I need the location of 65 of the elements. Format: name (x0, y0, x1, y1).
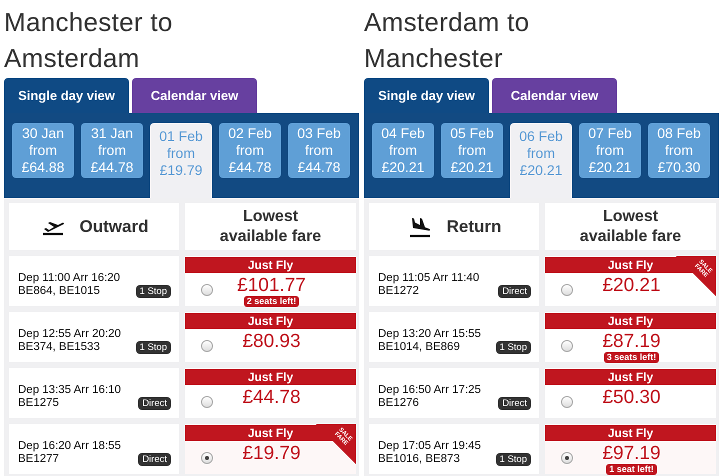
flight-times: Dep 17:05 Arr 19:45 (378, 438, 482, 452)
flight-times: Dep 13:20 Arr 15:55 (378, 326, 482, 340)
stops-tag: Direct (138, 452, 171, 466)
fare-type-bar: Just Fly (185, 257, 356, 273)
route-title: Amsterdam to Manchester (364, 6, 530, 75)
fare-type-bar: Just Fly (545, 369, 716, 385)
flight-numbers: BE1275 (18, 397, 59, 409)
flight-numbers: BE1016, BE873 (378, 453, 460, 465)
fare-type-bar: Just Fly (545, 425, 716, 441)
seats-left-tag: 3 seats left! (604, 352, 660, 363)
fare-radio[interactable] (201, 340, 213, 352)
fare-price: £80.93 (242, 331, 301, 352)
stops-tag: Direct (138, 396, 171, 410)
view-tab[interactable]: Calendar view (132, 78, 257, 113)
fare-radio[interactable] (561, 284, 573, 296)
stops-tag: 1 Stop (136, 340, 171, 354)
flight-times: Dep 13:35 Arr 16:10 (18, 382, 122, 396)
flight-numbers: BE1277 (18, 453, 59, 465)
fare-radio[interactable] (201, 284, 213, 296)
flight-times: Dep 16:50 Arr 17:25 (378, 382, 482, 396)
fare-cell[interactable]: Just Fly £80.93 (185, 312, 356, 362)
fare-price: £97.19 (602, 443, 661, 464)
flight-times: Dep 11:05 Arr 11:40 (378, 270, 480, 284)
fare-type-bar: Just Fly (545, 313, 716, 329)
fare-type-bar: Just Fly (185, 313, 356, 329)
fare-radio[interactable] (201, 396, 213, 408)
seats-left-tag: 1 seat left! (606, 464, 657, 475)
fare-cell[interactable]: Just Fly £44.78 (185, 368, 356, 418)
fare-price: £87.19 (602, 331, 661, 352)
fare-radio[interactable] (201, 452, 213, 464)
flight-numbers: BE374, BE1533 (18, 341, 100, 353)
view-tab[interactable]: Calendar view (492, 78, 617, 113)
flight-numbers: BE1276 (378, 397, 419, 409)
fare-price: £50.30 (602, 387, 661, 408)
seats-left-tag: 2 seats left! (244, 296, 300, 307)
fare-price: £101.77 (237, 275, 306, 296)
fare-radio[interactable] (561, 340, 573, 352)
flight-numbers: BE1272 (378, 285, 419, 297)
view-tab[interactable]: Single day view (4, 78, 129, 113)
stops-tag: Direct (498, 284, 531, 298)
flight-times: Dep 16:20 Arr 18:55 (18, 438, 122, 452)
stops-tag: Direct (498, 396, 531, 410)
fare-price: £20.21 (602, 275, 661, 296)
stops-tag: 1 Stop (496, 452, 531, 466)
flight-times: Dep 11:00 Arr 16:20 (18, 270, 122, 284)
column-title: Outward (80, 216, 148, 236)
fare-cell[interactable]: Just Fly £87.19 3 seats left! (545, 312, 716, 362)
view-tab[interactable]: Single day view (364, 78, 489, 113)
fare-cell[interactable]: Just Fly £97.19 1 seat left! (545, 424, 716, 474)
flight-times: Dep 12:55 Arr 20:20 (18, 326, 122, 340)
flight-numbers: BE1014, BE869 (378, 341, 460, 353)
stops-tag: 1 Stop (496, 340, 531, 354)
column-title: Lowest available fare (578, 206, 682, 246)
route-title: Manchester to Amsterdam (4, 6, 174, 75)
flight-numbers: BE864, BE1015 (18, 285, 100, 297)
fare-type-bar: Just Fly (185, 369, 356, 385)
fare-radio[interactable] (561, 396, 573, 408)
fare-cell[interactable]: Just Fly £101.77 2 seats left! (185, 256, 356, 306)
column-title: Return (446, 216, 502, 236)
fare-radio[interactable] (561, 452, 573, 464)
fare-price: £19.79 (242, 443, 301, 464)
fare-cell[interactable]: Just Fly £50.30 (545, 368, 716, 418)
stops-tag: 1 Stop (136, 284, 171, 298)
fare-price: £44.78 (242, 387, 301, 408)
column-title: Lowest available fare (218, 206, 322, 246)
